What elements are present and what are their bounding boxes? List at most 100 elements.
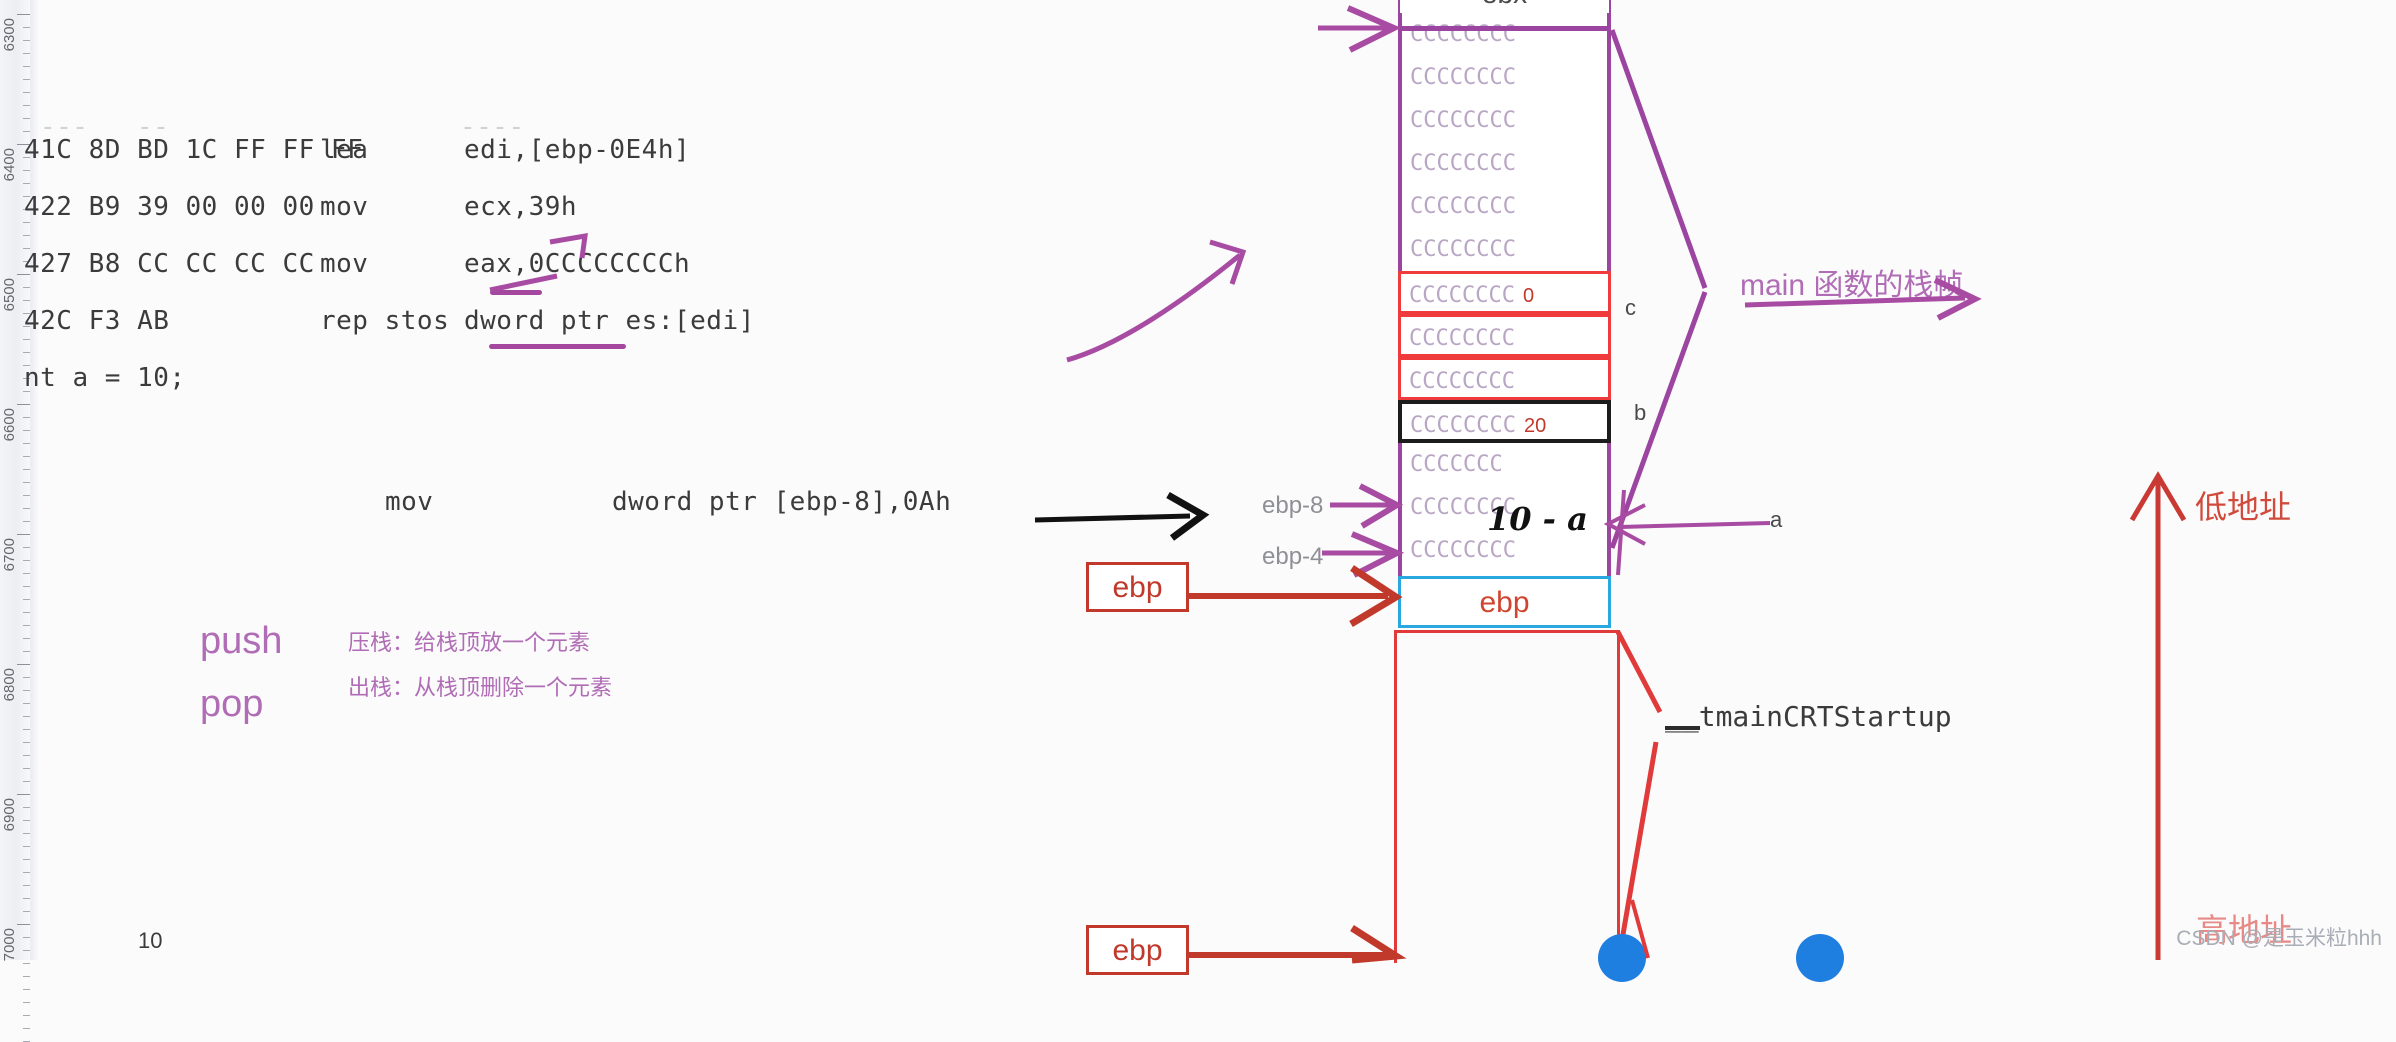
stack-cell-7-text: CCCCCCCC bbox=[1409, 326, 1515, 351]
code-mov-mnemonic: mov bbox=[385, 487, 434, 517]
ruler-tick-minor bbox=[23, 638, 30, 639]
ruler-tick-major bbox=[17, 14, 30, 15]
ruler-label-6800: 6800 bbox=[1, 668, 18, 702]
ruler-tick-minor bbox=[23, 833, 30, 834]
red-arrow-ebp-bottom-head bbox=[1350, 925, 1407, 964]
ruler-label-6600: 6600 bbox=[1, 408, 18, 442]
stack-cell-10: CCCCCCC bbox=[1398, 443, 1611, 486]
ruler-tick-minor bbox=[23, 1002, 30, 1003]
label-crt-startup: __tmainCRTStartup bbox=[1665, 700, 1952, 733]
ebp-pointer-box-bottom: ebp bbox=[1086, 925, 1189, 975]
ebp-pointer-box-bottom-label: ebp bbox=[1112, 934, 1163, 967]
ruler-tick-minor bbox=[23, 898, 30, 899]
stack-cell-5: CCCCCCCC bbox=[1398, 228, 1611, 271]
purple-brace-main-lower bbox=[1609, 291, 1708, 549]
watermark: CSDN @是玉米粒hhh bbox=[2176, 927, 2382, 950]
label-var-c: c bbox=[1625, 295, 1636, 320]
code-bytes-1: 422 B9 39 00 00 00 bbox=[24, 192, 315, 222]
pen-underline-ecx bbox=[490, 290, 542, 295]
ruler-tick-minor bbox=[23, 131, 30, 132]
code-operands-1: ecx,39h bbox=[464, 192, 578, 222]
ruler-tick-minor bbox=[23, 170, 30, 171]
stack-cell-8-text: CCCCCCCC bbox=[1409, 369, 1515, 394]
code-operands-2: eax,0CCCCCCCCh bbox=[464, 249, 691, 279]
ruler-tick-minor bbox=[23, 690, 30, 691]
ruler-tick-minor bbox=[23, 755, 30, 756]
stack-cell-ebx-label: ebx bbox=[1482, 0, 1527, 9]
red-leader-crt-lower bbox=[1617, 741, 1659, 953]
ruler-tick-minor bbox=[23, 443, 30, 444]
purple-brace-main-upper bbox=[1609, 29, 1708, 289]
ruler-tick-minor bbox=[23, 820, 30, 821]
ruler-tick-minor bbox=[23, 300, 30, 301]
stack-cell-3: CCCCCCCC bbox=[1398, 142, 1611, 185]
red-stroke-crt-right bbox=[1630, 899, 1650, 959]
purple-leader-a-vert bbox=[1616, 489, 1626, 576]
ruler-tick-minor bbox=[23, 703, 30, 704]
stack-cell-2: CCCCCCCC bbox=[1398, 99, 1611, 142]
ruler-label-6700: 6700 bbox=[1, 538, 18, 572]
pen-underline-rep-stos bbox=[489, 344, 626, 349]
ruler-tick-minor bbox=[23, 976, 30, 977]
stack-cell-0: CCCCCCCC bbox=[1398, 13, 1611, 56]
ruler-tick-minor bbox=[23, 937, 30, 938]
ruler-tick-major bbox=[17, 924, 30, 925]
ruler-tick-minor bbox=[23, 547, 30, 548]
code-mnemonic-0: lea bbox=[320, 135, 369, 165]
ruler-tick-minor bbox=[23, 40, 30, 41]
purple-arrow-top-stack-head bbox=[1346, 5, 1402, 53]
ruler-tick-minor bbox=[23, 417, 30, 418]
label-main-frame: main 函数的栈帧 bbox=[1740, 269, 1964, 302]
ruler-tick-minor bbox=[23, 482, 30, 483]
ruler-tick-minor bbox=[23, 53, 30, 54]
code-operands-3: dword ptr es:[edi] bbox=[464, 306, 755, 336]
stack-cell-4: CCCCCCCC bbox=[1398, 185, 1611, 228]
ruler-tick-minor bbox=[23, 495, 30, 496]
ruler-tick-minor bbox=[23, 183, 30, 184]
ruler-tick-minor bbox=[23, 92, 30, 93]
ruler-label-6900: 6900 bbox=[1, 798, 18, 832]
stack-cell-1: CCCCCCCC bbox=[1398, 56, 1611, 99]
stack-cell-ebx: ebx bbox=[1398, 0, 1611, 13]
hand-annotation-10-a: 10 - a bbox=[1487, 500, 1588, 538]
ruler-tick-minor bbox=[23, 521, 30, 522]
ruler-tick-minor bbox=[23, 989, 30, 990]
purple-leader-a bbox=[1619, 521, 1771, 529]
ruler-tick-minor bbox=[23, 872, 30, 873]
ruler-tick-major bbox=[17, 534, 30, 535]
push-description: 压栈：给栈顶放一个元素 bbox=[348, 630, 591, 655]
stack-cell-9-value: 20 bbox=[1523, 415, 1547, 437]
ruler-tick-minor bbox=[23, 846, 30, 847]
ruler-tick-minor bbox=[23, 768, 30, 769]
ruler-tick-minor bbox=[23, 677, 30, 678]
code-bytes-0: 41C 8D BD 1C FF FF FF bbox=[24, 135, 364, 165]
code-mnemonic-1: mov bbox=[320, 192, 369, 222]
code-mnemonic-2: mov bbox=[320, 249, 369, 279]
label-var-b: b bbox=[1634, 400, 1647, 425]
push-label: push bbox=[200, 620, 283, 662]
ruler-label-6500: 6500 bbox=[1, 278, 18, 312]
black-arrow-to-stack-head bbox=[1166, 491, 1210, 541]
ruler-tick-minor bbox=[23, 950, 30, 951]
ruler-tick-minor bbox=[23, 456, 30, 457]
stack-cell-1-text: CCCCCCCC bbox=[1410, 65, 1516, 90]
ruler-tick-minor bbox=[23, 612, 30, 613]
ruler-tick-minor bbox=[23, 781, 30, 782]
label-low-address: 低地址 bbox=[2195, 489, 2292, 525]
red-arrow-ebp-top-head bbox=[1349, 565, 1403, 628]
ruler-tick-minor bbox=[23, 235, 30, 236]
stack-cell-12-text: CCCCCCCC bbox=[1410, 538, 1516, 563]
ruler-label-7000: 7000 bbox=[1, 928, 18, 962]
ruler-tick-minor bbox=[23, 1028, 30, 1029]
stack-cell-saved-ebp-label: ebp bbox=[1479, 586, 1530, 619]
ebp-pointer-box-top-label: ebp bbox=[1112, 571, 1163, 604]
stack-cell-9: CCCCCCCC 20 bbox=[1398, 400, 1611, 443]
gutter-line-number: 10 bbox=[138, 928, 163, 953]
ruler-tick-minor bbox=[23, 560, 30, 561]
pen-arrow-rep-stos bbox=[1066, 253, 1242, 363]
pop-label: pop bbox=[200, 683, 264, 725]
black-arrow-to-stack bbox=[1034, 513, 1191, 523]
stack-top-divider bbox=[1398, 26, 1611, 31]
ruler-tick-minor bbox=[23, 66, 30, 67]
ruler-label-6300: 6300 bbox=[1, 18, 18, 52]
